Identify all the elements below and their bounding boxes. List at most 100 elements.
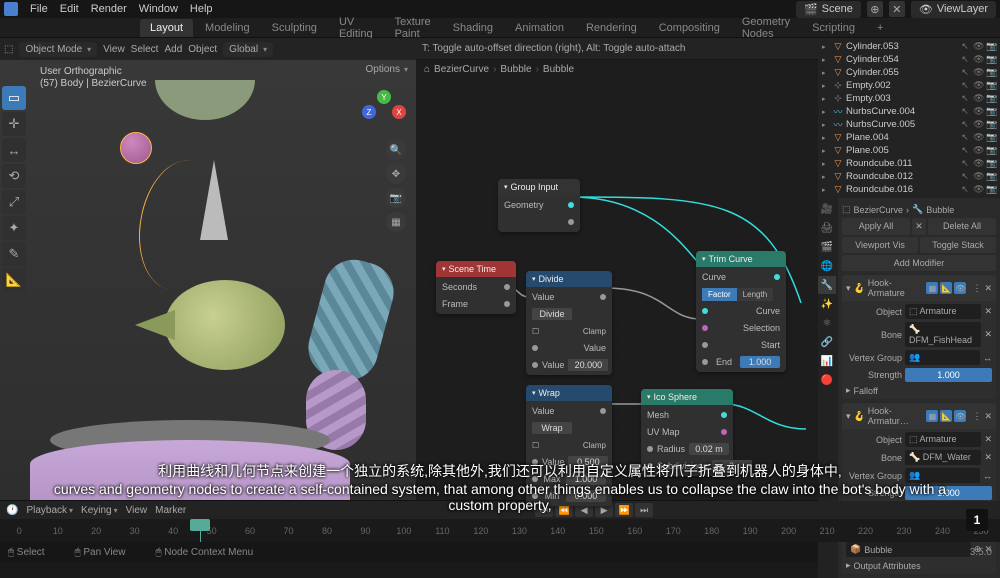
socket-frame[interactable] [504,301,510,307]
restrict-select-icon[interactable]: ↖ [960,54,970,65]
op-select[interactable]: Divide [532,308,572,320]
restrict-select-icon[interactable]: ↖ [960,80,970,91]
menu-render[interactable]: Render [91,3,127,15]
socket-uv[interactable] [721,429,727,435]
outliner-row[interactable]: ▸〰NurbsCurve.004↖👁📷 [820,105,998,118]
add-modifier-button[interactable]: Add Modifier [842,255,996,271]
strength-field[interactable]: 1.000 [905,486,992,500]
mode-select[interactable]: Object Mode [19,42,97,57]
tl-keying[interactable]: Keying [81,505,118,516]
blender-logo-icon[interactable] [4,2,18,16]
restrict-select-icon[interactable]: ↖ [960,93,970,104]
restrict-view-icon[interactable]: 👁 [973,132,983,143]
modifier-close-icon[interactable]: ✕ [984,411,992,422]
mod-toggle-icon[interactable]: 📐 [940,410,952,422]
tl-marker[interactable]: Marker [155,505,186,516]
restrict-view-icon[interactable]: 👁 [973,171,983,182]
editor-type-icon[interactable]: ⬚ [4,44,13,55]
modifier-close-icon[interactable]: ✕ [984,283,992,294]
outliner-row[interactable]: ▸▽Cylinder.055↖👁📷 [820,66,998,79]
trim-factor-tab[interactable]: Factor [702,288,737,301]
socket-geometry[interactable] [568,202,574,208]
restrict-select-icon[interactable]: ↖ [960,145,970,156]
outliner-row[interactable]: ▸▽Roundcube.011↖👁📷 [820,157,998,170]
prop-tab-physics-icon[interactable]: ⚛ [818,314,836,332]
tab-shading[interactable]: Shading [443,19,503,37]
restrict-select-icon[interactable]: ↖ [960,184,970,195]
menu-window[interactable]: Window [139,3,178,15]
outliner-row[interactable]: ▸▽Plane.004↖👁📷 [820,131,998,144]
wrap-value-field[interactable]: 0.500 [568,456,608,468]
scene-delete-button[interactable]: ✕ [889,1,905,17]
restrict-render-icon[interactable]: 📷 [986,80,996,91]
restrict-render-icon[interactable]: 📷 [986,54,996,65]
node-ico-sphere[interactable]: Ico Sphere Mesh UV Map Radius0.02 m Subd… [641,389,733,476]
restrict-view-icon[interactable]: 👁 [973,119,983,130]
outliner-row[interactable]: ▸⊹Empty.002↖👁📷 [820,79,998,92]
menu-help[interactable]: Help [190,3,213,15]
toggle-stack-button[interactable]: Toggle Stack [920,237,996,253]
socket-in[interactable] [532,476,538,482]
restrict-render-icon[interactable]: 📷 [986,132,996,143]
restrict-render-icon[interactable]: 📷 [986,184,996,195]
object-field[interactable]: ⬚ Armature [905,304,981,319]
restrict-render-icon[interactable]: 📷 [986,158,996,169]
tab-animation[interactable]: Animation [505,19,574,37]
wrap-max-field[interactable]: 1.000 [566,473,606,485]
modifier-header[interactable]: ▾🪝Hook-Armatur… ▦📐👁 ⋮ ✕ [842,403,996,429]
clear-icon[interactable]: ✕ [984,434,992,445]
tab-modeling[interactable]: Modeling [195,19,260,37]
object-field[interactable]: ⬚ Armature [905,432,981,447]
node-wrap[interactable]: Wrap Value Wrap ☐Clamp Value0.500 Max1.0… [526,385,612,506]
socket-mesh[interactable] [721,412,727,418]
strength-field[interactable]: 1.000 [905,368,992,382]
outliner[interactable]: ▸▽Cylinder.053↖👁📷▸▽Cylinder.054↖👁📷▸▽Cyli… [818,38,1000,198]
socket-subdiv[interactable] [647,463,653,469]
restrict-view-icon[interactable]: 👁 [973,184,983,195]
subdiv-field[interactable]: 3 [712,460,752,472]
bone-field[interactable]: 🦴 DFM_Water [905,450,981,465]
jump-end-icon[interactable]: ⏭ [635,503,653,517]
bc-item-1[interactable]: BezierCurve [434,64,489,75]
tl-playback[interactable]: Playback [26,505,73,516]
restrict-view-icon[interactable]: 👁 [973,80,983,91]
socket-value-in2[interactable] [532,362,538,368]
outliner-row[interactable]: ▸〰NurbsCurve.005↖👁📷 [820,118,998,131]
timeline-ruler[interactable]: 0102030405060708090100110120130140150160… [0,519,1000,542]
socket-value-out[interactable] [600,294,606,300]
restrict-view-icon[interactable]: 👁 [973,106,983,117]
scene-new-button[interactable]: ⊕ [867,1,883,17]
node-canvas[interactable]: Group Input Geometry Scene Time Seconds … [416,79,818,500]
radius-field[interactable]: 0.02 m [689,443,729,455]
restrict-view-icon[interactable]: 👁 [973,145,983,156]
bc-home-icon[interactable]: ⌂ [424,64,430,75]
restrict-render-icon[interactable]: 📷 [986,171,996,182]
viewlayer-selector[interactable]: 👁 ViewLayer [911,1,996,18]
clear-icon[interactable]: ✕ [984,329,992,340]
timeline-cursor[interactable] [200,519,201,542]
next-key-icon[interactable]: ⏩ [615,503,633,517]
node-scene-time[interactable]: Scene Time Seconds Frame [436,261,516,314]
tl-view[interactable]: View [126,505,148,516]
socket-empty[interactable] [568,219,574,225]
prop-tab-material-icon[interactable]: 🔴 [818,371,836,389]
bone-field[interactable]: 🦴 DFM_FishHead [905,322,981,347]
trim-end-field[interactable]: 1.000 [740,356,780,368]
vp-menu-select[interactable]: Select [131,44,159,55]
modifier-menu-icon[interactable]: ⋮ [972,411,981,422]
restrict-view-icon[interactable]: 👁 [973,67,983,78]
invert-icon[interactable]: ↔ [983,471,992,481]
prop-tab-scene-icon[interactable]: 🎬 [818,238,836,256]
socket-in[interactable] [532,493,538,499]
socket-end[interactable] [702,359,708,365]
outliner-row[interactable]: ▸▽Plane.005↖👁📷 [820,144,998,157]
restrict-select-icon[interactable]: ↖ [960,106,970,117]
timeline-editor-icon[interactable]: 🕐 [6,505,18,516]
restrict-select-icon[interactable]: ↖ [960,132,970,143]
mod-toggle-icon[interactable]: 👁 [954,410,966,422]
menu-file[interactable]: File [30,3,48,15]
wrap-min-field[interactable]: 0.000 [566,490,606,502]
socket-start[interactable] [702,342,708,348]
node-trim-curve[interactable]: Trim Curve Curve FactorLength Curve Sele… [696,251,786,372]
menu-edit[interactable]: Edit [60,3,79,15]
